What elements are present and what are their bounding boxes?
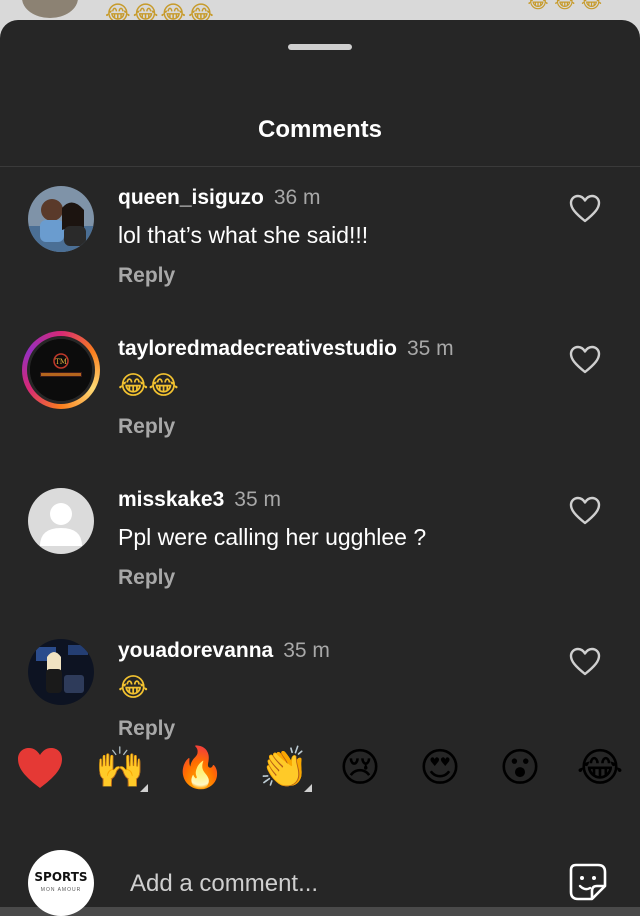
default-person-icon: [28, 488, 94, 554]
comment-item: misskake3 35 m Ppl were calling her ugghl…: [0, 488, 640, 618]
reply-button[interactable]: Reply: [118, 717, 175, 741]
reaction-clapping-hands-icon[interactable]: 👏: [256, 740, 312, 796]
avatar-brand-text: SPORTS: [34, 870, 88, 884]
avatar[interactable]: [28, 186, 94, 252]
svg-text:TM: TM: [55, 358, 67, 366]
comment-item: TM tayloredmadecreativestudio 35 m 😂😂 Rep…: [0, 331, 640, 467]
peek-emojis-right: 😂 😂 😂: [527, 0, 602, 13]
username-text[interactable]: tayloredmadecreativestudio: [118, 337, 397, 360]
comment-username[interactable]: misskake3 35 m: [118, 488, 281, 512]
avatar-brand-subtext: MON AMOUR: [40, 887, 82, 893]
comment-username[interactable]: queen_isiguzo 36 m: [118, 186, 321, 210]
reaction-raised-hands-icon[interactable]: 🙌: [92, 740, 148, 796]
comment-text: 😂: [118, 673, 149, 703]
compose-bar: SPORTS MON AMOUR: [0, 826, 640, 916]
username-text[interactable]: youadorevanna: [118, 639, 273, 662]
comment-time: 35 m: [406, 337, 454, 360]
reply-button[interactable]: Reply: [118, 264, 175, 288]
reply-button[interactable]: Reply: [118, 566, 175, 590]
username-text[interactable]: queen_isiguzo: [118, 186, 264, 209]
avatar[interactable]: [28, 639, 94, 705]
comment-username[interactable]: tayloredmadecreativestudio 35 m: [118, 337, 454, 361]
title-divider: [0, 166, 640, 167]
like-heart-icon[interactable]: [569, 647, 601, 677]
comment-time: 35 m: [234, 488, 281, 511]
reaction-heart-eyes-icon[interactable]: 😍: [412, 740, 468, 796]
reaction-crying-face-icon[interactable]: 😢: [332, 740, 388, 796]
comment-item: queen_isiguzo 36 m lol that’s what she sa…: [0, 186, 640, 316]
drag-handle[interactable]: [288, 44, 352, 50]
reaction-tears-of-joy-icon[interactable]: 😂: [572, 740, 628, 796]
avatar[interactable]: TM: [30, 339, 92, 401]
avatar-story-ring[interactable]: TM: [22, 331, 100, 409]
sheet-title: Comments: [257, 116, 383, 143]
quick-reactions-bar: 🙌 🔥 👏 😢 😍 😮 😂: [0, 740, 640, 800]
comment-username[interactable]: youadorevanna 35 m: [118, 639, 330, 663]
comment-input[interactable]: [130, 866, 530, 902]
reply-button[interactable]: Reply: [118, 415, 175, 439]
comment-time: 35 m: [283, 639, 330, 662]
comment-time: 36 m: [273, 186, 321, 209]
comment-text: Ppl were calling her ugghlee ?: [118, 524, 427, 550]
like-heart-icon[interactable]: [569, 345, 601, 375]
sticker-icon[interactable]: [568, 862, 608, 902]
my-avatar[interactable]: SPORTS MON AMOUR: [28, 850, 94, 916]
avatar[interactable]: [28, 488, 94, 554]
like-heart-icon[interactable]: [569, 194, 601, 224]
comment-text: lol that’s what she said!!!: [118, 222, 369, 248]
reaction-surprised-face-icon[interactable]: 😮: [492, 740, 548, 796]
reaction-red-heart-icon[interactable]: [12, 740, 68, 796]
reaction-fire-icon[interactable]: 🔥: [172, 740, 228, 796]
like-heart-icon[interactable]: [569, 496, 601, 526]
username-text[interactable]: misskake3: [118, 488, 224, 511]
comment-text: 😂😂: [118, 371, 179, 401]
peek-avatar: [22, 0, 78, 18]
